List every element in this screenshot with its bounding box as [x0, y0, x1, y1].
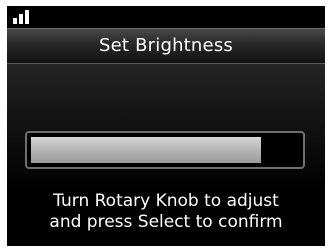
brightness-slider[interactable] — [25, 131, 305, 169]
brightness-slider-fill — [31, 137, 261, 163]
instructions-line-2: and press Select to confirm — [49, 212, 283, 232]
title-bar: Set Brightness — [7, 28, 325, 64]
page-title: Set Brightness — [99, 35, 233, 56]
status-bar — [7, 6, 325, 28]
instructions-text: Turn Rotary Knob to adjust and press Sel… — [7, 191, 325, 233]
instructions-line-1: Turn Rotary Knob to adjust — [53, 191, 279, 211]
signal-strength-icon — [13, 10, 35, 24]
content-area: Turn Rotary Knob to adjust and press Sel… — [7, 64, 325, 246]
device-screen: Set Brightness Turn Rotary Knob to adjus… — [7, 6, 325, 246]
